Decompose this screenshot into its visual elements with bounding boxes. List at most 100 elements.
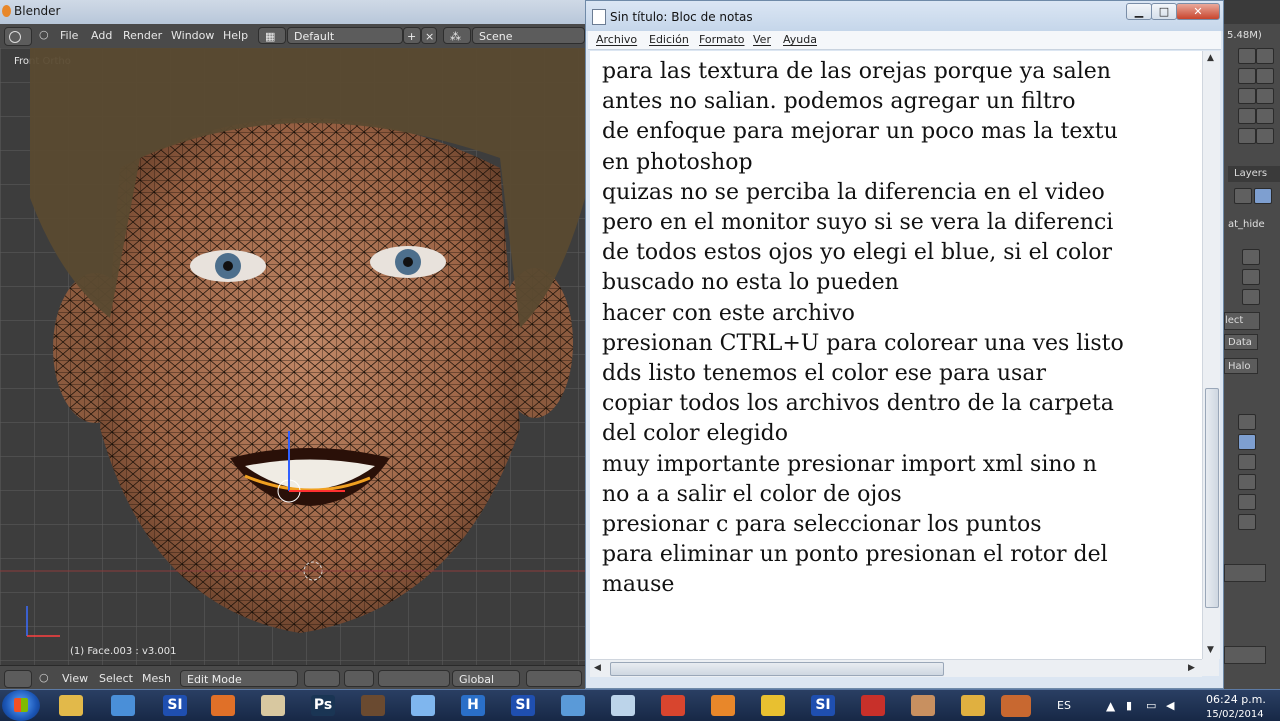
material-icon[interactable]	[1254, 188, 1272, 204]
menu-archivo[interactable]: Archivo	[596, 33, 637, 46]
editor-type-button[interactable]	[4, 27, 32, 46]
restrict-render-toggle-3[interactable]	[1256, 88, 1274, 104]
restrict-render-toggle-2[interactable]	[1256, 68, 1274, 84]
close-button[interactable]: ✕	[1176, 3, 1220, 20]
restrict-view-toggle[interactable]	[1238, 48, 1256, 64]
scroll-right-icon[interactable]: ▶	[1188, 663, 1195, 673]
mode-selector[interactable]: Edit Mode	[180, 670, 298, 687]
orientation-selector[interactable]: Global	[452, 670, 520, 687]
menu-view[interactable]: View	[62, 672, 88, 685]
clock-time[interactable]: 06:24 p.m.	[1206, 693, 1266, 706]
scene-icon-button[interactable]: ⁂	[443, 27, 471, 44]
shading-selector[interactable]	[304, 670, 340, 687]
taskbar-app-explorer[interactable]	[47, 692, 95, 719]
pivot-selector[interactable]	[344, 670, 374, 687]
taskbar-app-paint[interactable]	[99, 692, 147, 719]
notepad-text-area[interactable]: para las textura de las orejas porque ya…	[590, 51, 1202, 659]
taskbar-app-puzzle[interactable]	[749, 692, 797, 719]
minimize-button[interactable]: ▁	[1126, 3, 1152, 20]
horizontal-scrollbar[interactable]: ◀ ▶	[590, 659, 1202, 677]
taskbar-app-si-3[interactable]: SI	[799, 692, 847, 719]
clock-date[interactable]: 15/02/2014	[1206, 709, 1264, 720]
vertical-scrollbar[interactable]: ▲ ▼	[1202, 51, 1220, 659]
blend-mode-dropdown[interactable]	[1224, 564, 1266, 582]
taskbar-app-notepad-app[interactable]	[599, 692, 647, 719]
glove-tray-icon[interactable]	[1001, 695, 1031, 717]
menu-formato[interactable]: Formato	[699, 33, 745, 46]
collapse-header-icon[interactable]: ○	[39, 671, 49, 684]
menu-edicion[interactable]: Edición	[649, 33, 689, 46]
menu-add[interactable]: Add	[91, 29, 112, 42]
3d-viewport[interactable]: Front Ortho	[0, 48, 585, 665]
layout-selector[interactable]: Default	[287, 27, 403, 44]
taskbar-app-chrome[interactable]	[649, 692, 697, 719]
taskbar-app-photoshop[interactable]: Ps	[299, 692, 347, 719]
layout-icon-button[interactable]: ▦	[258, 27, 286, 44]
preview-flat-icon[interactable]	[1238, 414, 1256, 430]
preview-world-icon[interactable]	[1238, 514, 1256, 530]
restrict-view-toggle-4[interactable]	[1238, 108, 1256, 124]
shading-dropdown[interactable]	[1224, 646, 1266, 664]
taskbar-app-blender-app[interactable]	[699, 692, 747, 719]
preview-cube-icon[interactable]	[1238, 454, 1256, 470]
taskbar-app-game[interactable]	[349, 692, 397, 719]
manipulator-toggles[interactable]	[378, 670, 450, 687]
scroll-up-icon[interactable]: ▲	[1207, 53, 1214, 63]
start-button[interactable]	[2, 690, 40, 721]
taskbar-app-app-blue[interactable]	[549, 692, 597, 719]
taskbar-app-disc[interactable]	[399, 692, 447, 719]
restrict-render-toggle-5[interactable]	[1256, 128, 1274, 144]
menu-ver[interactable]: Ver	[753, 33, 771, 46]
slot-menu-button[interactable]	[1242, 289, 1260, 305]
halo-button[interactable]: Halo	[1224, 358, 1258, 374]
restrict-view-toggle-2[interactable]	[1238, 68, 1256, 84]
collapse-menu-icon[interactable]: ○	[39, 28, 49, 41]
tab-layers[interactable]: Layers	[1228, 166, 1280, 182]
taskbar-app-si-1[interactable]: SI	[151, 692, 199, 719]
horizontal-scroll-thumb[interactable]	[610, 662, 944, 676]
volume-icon[interactable]: ◀	[1166, 699, 1174, 712]
network-icon[interactable]: ▮	[1126, 699, 1132, 712]
menu-select[interactable]: Select	[99, 672, 133, 685]
preview-sphere-icon[interactable]	[1238, 434, 1256, 450]
restrict-render-toggle-4[interactable]	[1256, 108, 1274, 124]
menu-help[interactable]: Help	[223, 29, 248, 42]
remove-layout-button[interactable]: ×	[421, 27, 437, 44]
texture-icon[interactable]	[1234, 188, 1252, 204]
maximize-button[interactable]: □	[1151, 3, 1177, 20]
scroll-left-icon[interactable]: ◀	[594, 663, 601, 673]
menu-render[interactable]: Render	[123, 29, 162, 42]
language-indicator[interactable]: ES	[1057, 699, 1071, 712]
battery-icon[interactable]: ▭	[1146, 699, 1156, 712]
vertical-scroll-thumb[interactable]	[1205, 388, 1219, 608]
resize-grip[interactable]	[1202, 659, 1219, 676]
viewport-header: ○ View Select Mesh Edit Mode Global	[0, 665, 585, 690]
select-button[interactable]: lect	[1224, 312, 1260, 330]
menu-window[interactable]: Window	[171, 29, 214, 42]
remove-slot-button[interactable]	[1242, 269, 1260, 285]
taskbar-app-h-app[interactable]: H	[449, 692, 497, 719]
menu-mesh[interactable]: Mesh	[142, 672, 171, 685]
menu-file[interactable]: File	[60, 29, 78, 42]
tray-expand-icon[interactable]: ▲	[1106, 699, 1115, 713]
layer-buttons[interactable]	[526, 670, 582, 687]
taskbar-app-acrobat[interactable]	[849, 692, 897, 719]
add-slot-button[interactable]	[1242, 249, 1260, 265]
taskbar-app-avast[interactable]	[199, 692, 247, 719]
taskbar-app-tools[interactable]	[249, 692, 297, 719]
viewport-editor-type-button[interactable]	[4, 670, 32, 688]
scroll-down-icon[interactable]: ▼	[1207, 645, 1214, 655]
restrict-view-toggle-3[interactable]	[1238, 88, 1256, 104]
restrict-render-toggle[interactable]	[1256, 48, 1274, 64]
taskbar-app-box[interactable]	[899, 692, 947, 719]
notepad-titlebar[interactable]: Sin título: Bloc de notas ▁ □ ✕	[586, 1, 1223, 31]
preview-monkey-icon[interactable]	[1238, 474, 1256, 490]
menu-ayuda[interactable]: Ayuda	[783, 33, 817, 46]
add-layout-button[interactable]: +	[403, 27, 421, 44]
preview-hair-icon[interactable]	[1238, 494, 1256, 510]
data-button[interactable]: Data	[1224, 334, 1258, 350]
scene-selector[interactable]: Scene	[472, 27, 585, 44]
restrict-view-toggle-5[interactable]	[1238, 128, 1256, 144]
taskbar-app-mail[interactable]	[949, 692, 997, 719]
taskbar-app-si-2[interactable]: SI	[499, 692, 547, 719]
